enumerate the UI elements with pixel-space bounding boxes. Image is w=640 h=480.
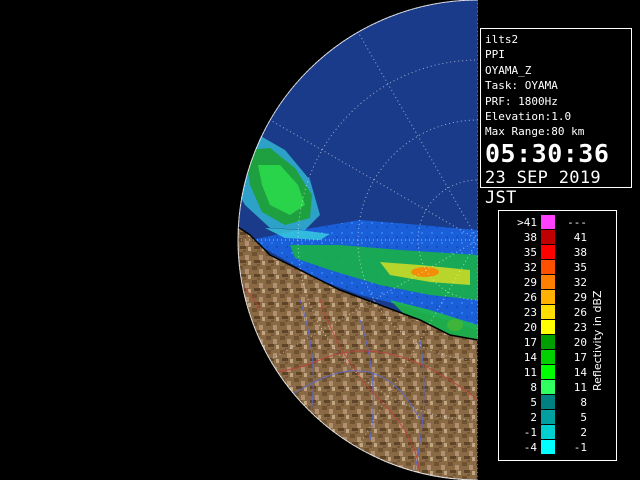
legend-row: 58 <box>499 395 594 410</box>
legend-row: 26 29 <box>499 290 594 305</box>
legend-lower-bound: 2 <box>530 411 537 424</box>
legend-color-swatch <box>541 290 555 304</box>
legend-lower-bound: 5 <box>530 396 537 409</box>
legend-lower-bound: 26 <box>523 291 537 304</box>
legend-upper-bound: 14 <box>573 366 587 379</box>
legend-upper-bound: --- <box>567 216 587 229</box>
legend-lower-bound: 29 <box>523 276 537 289</box>
legend-lower-bound: 38 <box>523 231 537 244</box>
legend-lower-bound: >41 <box>517 216 537 229</box>
legend-lower-bound: 20 <box>523 321 537 334</box>
legend-upper-bound: 32 <box>573 276 587 289</box>
legend-upper-bound: 5 <box>580 411 587 424</box>
legend-upper-bound: 41 <box>573 231 587 244</box>
legend-lower-bound: 14 <box>523 351 537 364</box>
legend-color-swatch <box>541 245 555 259</box>
side-panel: ilts2 PPI OYAMA_Z Task: OYAMA PRF: 1800H… <box>478 0 640 480</box>
legend-color-swatch <box>541 410 555 424</box>
observation-date: 23 SEP 2019 JST <box>485 167 601 208</box>
legend-row: 20 23 <box>499 320 594 335</box>
legend-row: 38 41 <box>499 230 594 245</box>
legend-lower-bound: 23 <box>523 306 537 319</box>
legend-lower-bound: 8 <box>530 381 537 394</box>
max-range-label: Max Range:80 km <box>485 125 585 139</box>
radar-info-box: ilts2 PPI OYAMA_Z Task: OYAMA PRF: 1800H… <box>480 28 632 208</box>
task-label: Task: OYAMA <box>485 79 558 93</box>
legend-upper-bound: 20 <box>573 336 587 349</box>
radar-map <box>0 0 478 480</box>
reflectivity-legend: >41 --- 38 41 35 38 32 35 29 32 26 29 23 26 20 23 17 20 14… <box>498 210 617 461</box>
scan-mode: PPI <box>485 48 505 62</box>
legend-color-swatch <box>541 335 555 349</box>
legend-row: 17 20 <box>499 335 594 350</box>
legend-row: -1 2 <box>499 425 594 440</box>
legend-upper-bound: 17 <box>573 351 587 364</box>
legend-upper-bound: 11 <box>573 381 587 394</box>
legend-color-swatch <box>541 350 555 364</box>
legend-color-swatch <box>541 230 555 244</box>
legend-upper-bound: 29 <box>573 291 587 304</box>
legend-color-swatch <box>541 440 555 454</box>
legend-color-swatch <box>541 320 555 334</box>
radar-site: OYAMA_Z <box>485 63 532 77</box>
legend-row: 25 <box>499 410 594 425</box>
legend-upper-bound: -1 <box>573 441 587 454</box>
legend-row: 35 38 <box>499 245 594 260</box>
legend-row: 23 26 <box>499 305 594 320</box>
legend-lower-bound: 35 <box>523 246 537 259</box>
prf-label: PRF: 1800Hz <box>485 94 558 108</box>
legend-color-swatch <box>541 305 555 319</box>
precip-cell-east <box>411 267 439 277</box>
legend-color-swatch <box>541 215 555 229</box>
legend-upper-bound: 23 <box>573 321 587 334</box>
legend-row: 14 17 <box>499 350 594 365</box>
observation-time: 05:30:36 <box>485 138 610 168</box>
legend-row: 11 14 <box>499 365 594 380</box>
elevation-label: Elevation:1.0 <box>485 110 572 124</box>
legend-color-swatch <box>541 380 555 394</box>
legend-row: >41 --- <box>499 215 594 230</box>
product-name: ilts2 <box>485 33 519 46</box>
legend-row: 8 11 <box>499 380 594 395</box>
legend-lower-bound: -1 <box>523 426 537 439</box>
legend-upper-bound: 35 <box>573 261 587 274</box>
legend-lower-bound: 32 <box>523 261 537 274</box>
legend-color-swatch <box>541 365 555 379</box>
legend-color-swatch <box>541 395 555 409</box>
legend-upper-bound: 8 <box>580 396 587 409</box>
legend-row: -4 -1 <box>499 440 594 455</box>
legend-color-swatch <box>541 425 555 439</box>
legend-lower-bound: -4 <box>523 441 537 454</box>
legend-lower-bound: 17 <box>523 336 537 349</box>
legend-lower-bound: 11 <box>523 366 537 379</box>
legend-color-swatch <box>541 260 555 274</box>
legend-row: 29 32 <box>499 275 594 290</box>
legend-upper-bound: 38 <box>573 246 587 259</box>
legend-upper-bound: 26 <box>573 306 587 319</box>
legend-unit-label: Reflectivity in dBZ <box>591 290 604 392</box>
legend-upper-bound: 2 <box>580 426 587 439</box>
legend-row: 32 35 <box>499 260 594 275</box>
legend-color-swatch <box>541 275 555 289</box>
